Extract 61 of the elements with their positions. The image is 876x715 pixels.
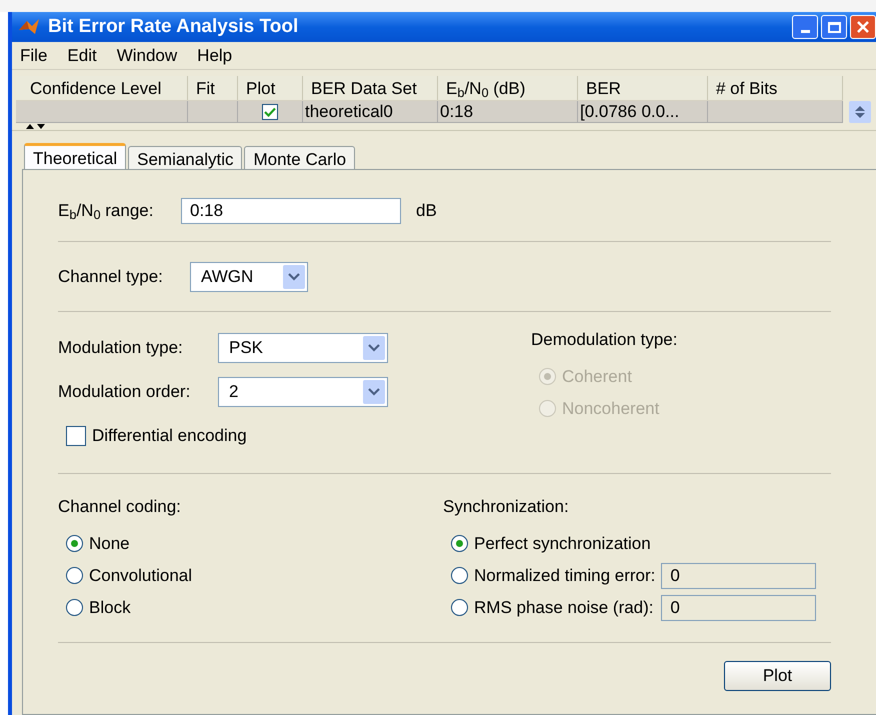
field-label: E$_{b}$/N$_{0}$ range: xyxy=(58,200,154,224)
radio-label: Perfect synchronization xyxy=(474,532,651,555)
up-arrow-icon xyxy=(26,124,34,129)
chevron-down-icon xyxy=(363,380,385,404)
radio-label: Block xyxy=(89,596,131,619)
value-field[interactable]: 0 xyxy=(661,594,816,620)
radio-label: Convolutional xyxy=(89,564,192,587)
spinner[interactable] xyxy=(849,101,871,123)
field-label: Modulation type: xyxy=(58,337,184,360)
radio-button[interactable] xyxy=(66,535,83,552)
plot-checkbox[interactable] xyxy=(262,104,278,120)
dropdown[interactable]: AWGN xyxy=(190,262,308,292)
plot-button[interactable]: Plot xyxy=(724,660,831,690)
menu-item[interactable]: Edit xyxy=(67,42,97,68)
checkbox-label: Differential encoding xyxy=(92,425,247,448)
table-cell-text: [0.0786 0.0... xyxy=(580,100,680,123)
menu-item[interactable]: File xyxy=(20,42,48,68)
minimize-button[interactable] xyxy=(792,15,818,39)
section-title: Channel coding: xyxy=(58,497,181,516)
field-label: Modulation order: xyxy=(58,381,192,404)
table-cell-text: theoretical0 xyxy=(305,100,393,123)
checkbox[interactable] xyxy=(66,426,86,446)
menu-item[interactable]: Window xyxy=(116,42,178,68)
radio-label: Normalized timing error: xyxy=(474,564,656,587)
field-label: Channel type: xyxy=(58,266,164,288)
column-header[interactable]: # of Bits xyxy=(708,76,843,100)
radio-label: RMS phase noise (rad): xyxy=(474,596,654,619)
table-cell-text: 0:18 xyxy=(440,100,474,123)
radio-button[interactable] xyxy=(451,567,468,584)
column-header[interactable]: Fit xyxy=(188,76,238,100)
column-header[interactable]: Confidence Level xyxy=(16,76,188,100)
column-header[interactable]: E$_{b}$/N$_{0}$ (dB) xyxy=(438,76,578,100)
radio-label: None xyxy=(89,532,130,555)
tab[interactable]: Monte Carlo xyxy=(244,146,356,169)
section-title: Synchronization: xyxy=(443,497,569,516)
chevron-down-icon xyxy=(363,336,385,360)
dropdown[interactable]: 2 xyxy=(218,377,388,407)
chevron-down-icon xyxy=(283,265,305,289)
section-title: Demodulation type: xyxy=(531,330,678,349)
radio-label: Coherent xyxy=(562,366,632,388)
radio-button[interactable] xyxy=(66,567,83,584)
radio-label: Noncoherent xyxy=(562,398,660,420)
close-button[interactable] xyxy=(850,15,876,39)
column-header[interactable]: Plot xyxy=(238,76,303,100)
tab[interactable]: Semianalytic xyxy=(128,146,242,169)
column-header[interactable]: BER Data Set xyxy=(303,76,438,100)
maximize-button[interactable] xyxy=(821,15,847,39)
radio-button[interactable] xyxy=(451,599,468,616)
ebn0-range-field[interactable]: 0:18 xyxy=(181,198,401,224)
dropdown[interactable]: PSK xyxy=(218,333,388,363)
radio-button[interactable] xyxy=(66,599,83,616)
window-title: Bit Error Rate Analysis Tool xyxy=(48,14,298,39)
tab[interactable]: Theoretical xyxy=(24,143,126,169)
unit-label: dB xyxy=(416,200,437,222)
column-header[interactable]: BER xyxy=(578,76,708,100)
radio-button[interactable] xyxy=(451,535,468,552)
menu-item[interactable]: Help xyxy=(197,42,232,68)
down-arrow-icon xyxy=(37,124,45,129)
value-field[interactable]: 0 xyxy=(661,562,816,588)
app-logo-icon xyxy=(18,18,40,36)
close-icon xyxy=(857,21,869,33)
